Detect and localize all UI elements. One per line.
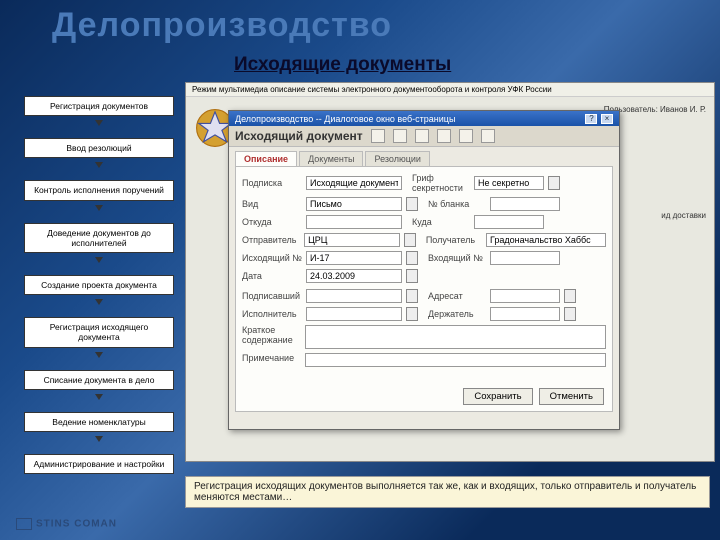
field-otkuda[interactable] [306,215,402,229]
process-step: Регистрация документов [24,96,174,116]
browser-titlebar: Режим мультимедиа описание системы элект… [186,83,714,97]
field-adresat[interactable] [490,289,560,303]
field-poluchatel[interactable] [486,233,606,247]
logo-text: STINS COMAN [36,519,117,530]
field-podpisavshiy[interactable] [306,289,402,303]
close-icon[interactable]: × [601,114,613,124]
save-button[interactable]: Сохранить [463,388,532,405]
process-step: Доведение документов до исполнителей [24,223,174,253]
field-iskh-no[interactable] [306,251,402,265]
label-data: Дата [242,271,302,281]
field-kratkoe[interactable] [305,325,606,349]
process-step: Создание проекта документа [24,275,174,295]
process-column: Регистрация документов Ввод резолюций Ко… [24,96,174,496]
field-kuda[interactable] [474,215,544,229]
tab-resolutions[interactable]: Резолюции [365,151,429,166]
field-no-blanka[interactable] [490,197,560,211]
slide-caption: Регистрация исходящих документов выполня… [185,476,710,508]
arrow-icon [95,394,103,400]
process-step: Контроль исполнения поручений [24,180,174,200]
outgoing-doc-dialog: Делопроизводство -- Диалоговое окно веб-… [228,110,620,430]
field-vid[interactable] [306,197,402,211]
process-step: Регистрация исходящего документа [24,317,174,347]
label-podpiska: Подписка [242,178,302,188]
toolbar-icon[interactable] [415,129,429,143]
picker-icon[interactable] [564,289,576,303]
label-poluchatel: Получатель [426,235,482,245]
label-grif: Гриф секретности [412,173,470,193]
arrow-icon [95,205,103,211]
label-podpisavshiy: Подписавший [242,291,302,301]
label-vid: Вид [242,199,302,209]
field-vkh-no[interactable] [490,251,560,265]
label-iskh-no: Исходящий № [242,253,302,263]
arrow-icon [95,120,103,126]
cancel-button[interactable]: Отменить [539,388,604,405]
label-kuda: Куда [412,217,470,227]
dialog-heading: Исходящий документ [235,129,363,143]
arrow-icon [95,436,103,442]
calendar-icon[interactable] [406,269,418,283]
arrow-icon [95,257,103,263]
label-derzhatel: Держатель [428,309,486,319]
dialog-titlebar: Делопроизводство -- Диалоговое окно веб-… [229,111,619,126]
label-vkh-no: Входящий № [428,253,486,263]
slide-subtitle: Исходящие документы [234,54,451,76]
picker-icon[interactable] [406,289,418,303]
label-no-blanka: № бланка [428,199,486,209]
process-step: Администрирование и настройки [24,454,174,474]
label-otkuda: Откуда [242,217,302,227]
slide-title: Делопроизводство [52,6,392,45]
label-adresat: Адресат [428,291,486,301]
vendor-logo: STINS COMAN [16,518,117,530]
picker-icon[interactable] [404,233,416,247]
tab-description[interactable]: Описание [235,151,297,166]
label-primechanie: Примечание [242,353,301,363]
toolbar-icon[interactable] [393,129,407,143]
process-step: Ввод резолюций [24,138,174,158]
tab-documents[interactable]: Документы [299,151,363,166]
label-otpravitel: Отправитель [242,235,300,245]
toolbar-icon[interactable] [459,129,473,143]
logo-icon [16,518,32,530]
help-icon[interactable]: ? [585,114,597,124]
arrow-icon [95,352,103,358]
toolbar-icon[interactable] [437,129,451,143]
arrow-icon [95,299,103,305]
process-step: Списание документа в дело [24,370,174,390]
picker-icon[interactable] [406,251,418,265]
field-otpravitel[interactable] [304,233,400,247]
picker-icon[interactable] [406,307,418,321]
field-primechanie[interactable] [305,353,606,367]
tab-strip: Описание Документы Резолюции [229,147,619,166]
dialog-title: Делопроизводство -- Диалоговое окно веб-… [235,114,455,124]
toolbar-icon[interactable] [481,129,495,143]
field-data[interactable] [306,269,402,283]
form-panel: Подписка Гриф секретности Вид № бланка О… [235,166,613,412]
field-grif[interactable] [474,176,544,190]
label-kratkoe: Краткое содержание [242,325,301,345]
label-ispolnitel: Исполнитель [242,309,302,319]
field-derzhatel[interactable] [490,307,560,321]
picker-icon[interactable] [548,176,560,190]
field-ispolnitel[interactable] [306,307,402,321]
dialog-heading-bar: Исходящий документ [229,126,619,147]
toolbar-icon[interactable] [371,129,385,143]
process-step: Ведение номенклатуры [24,412,174,432]
picker-icon[interactable] [564,307,576,321]
field-podpiska[interactable] [306,176,402,190]
arrow-icon [95,162,103,168]
picker-icon[interactable] [406,197,418,211]
bg-column-header: ид доставки [661,211,706,220]
